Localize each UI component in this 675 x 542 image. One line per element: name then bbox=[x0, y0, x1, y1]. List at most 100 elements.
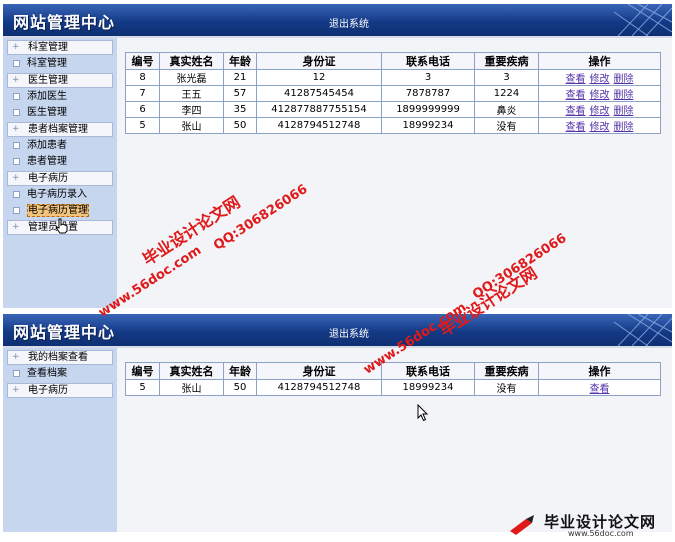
table-cell: 没有 bbox=[474, 117, 539, 134]
edit-link[interactable]: 修改 bbox=[590, 74, 610, 85]
sidebar-item[interactable]: + 电子病历 bbox=[7, 383, 113, 398]
sidebar-item[interactable]: + 科室管理 bbox=[7, 40, 113, 55]
plus-icon: + bbox=[12, 385, 20, 395]
column-header: 年龄 bbox=[223, 52, 257, 70]
view-link[interactable]: 查看 bbox=[566, 90, 586, 101]
sidebar-item-label: 电子病历录入 bbox=[27, 189, 87, 200]
table-cell: 7 bbox=[125, 85, 160, 102]
table-cell: 鼻炎 bbox=[474, 101, 539, 118]
pen-logo-icon bbox=[510, 515, 534, 535]
sidebar-item[interactable]: + 电子病历 bbox=[7, 171, 113, 186]
sidebar-item-label: 电子病历管理 bbox=[27, 204, 89, 217]
logout-link[interactable]: 退出系统 bbox=[329, 325, 369, 340]
main-content: 编号 真实姓名 年龄 身份证 联系电话 重要疾病 操作 8 张光磊 21 12 3 3 查看 修改 删除 7 王… bbox=[117, 38, 672, 308]
mouse-pointer-icon bbox=[417, 404, 429, 422]
sidebar-item-label: 添加医生 bbox=[27, 91, 67, 102]
edit-link[interactable]: 修改 bbox=[590, 122, 610, 133]
sidebar-item[interactable]: 医生管理 bbox=[3, 105, 117, 120]
delete-link[interactable]: 删除 bbox=[614, 106, 634, 117]
sidebar-item-label: 科室管理 bbox=[28, 42, 68, 53]
table-cell: 4128794512748 bbox=[256, 117, 382, 134]
sidebar-item[interactable]: + 我的档案查看 bbox=[7, 350, 113, 365]
header-bar: 网站管理中心 退出系统 bbox=[3, 4, 672, 38]
sidebar-item-label: 查看档案 bbox=[27, 368, 67, 379]
actions-cell: 查看 bbox=[538, 379, 661, 396]
sidebar-item[interactable]: 电子病历录入 bbox=[3, 187, 117, 202]
sidebar-item-label: 电子病历 bbox=[28, 385, 68, 396]
table-cell: 12 bbox=[256, 69, 382, 86]
delete-link[interactable]: 删除 bbox=[614, 90, 634, 101]
bullet-icon bbox=[13, 191, 20, 198]
column-header: 操作 bbox=[538, 52, 661, 70]
table-cell: 3 bbox=[474, 69, 539, 86]
admin-panel: 网站管理中心 退出系统 + 科室管理 科室管理 + 医生管理 添加医生 医生管理 + 患者档案管… bbox=[3, 4, 672, 308]
edit-link[interactable]: 修改 bbox=[590, 106, 610, 117]
table-cell: 3 bbox=[381, 69, 475, 86]
column-header: 编号 bbox=[125, 362, 160, 380]
table-cell: 王五 bbox=[159, 85, 224, 102]
table-cell: 1224 bbox=[474, 85, 539, 102]
table-cell: 7878787 bbox=[381, 85, 475, 102]
table-cell: 35 bbox=[223, 101, 257, 118]
table-cell: 4128794512748 bbox=[256, 379, 382, 396]
bullet-icon bbox=[13, 60, 20, 67]
table-cell: 50 bbox=[223, 117, 257, 134]
sidebar: + 科室管理 科室管理 + 医生管理 添加医生 医生管理 + 患者档案管理 添加患者 患者管理 + 电子… bbox=[3, 38, 117, 308]
view-link[interactable]: 查看 bbox=[566, 106, 586, 117]
record-table: 编号 真实姓名 年龄 身份证 联系电话 重要疾病 操作 5 张山 50 4128794512748… bbox=[125, 362, 661, 396]
view-link[interactable]: 查看 bbox=[566, 74, 586, 85]
table-cell: 41287545454 bbox=[256, 85, 382, 102]
sidebar-item[interactable]: 科室管理 bbox=[3, 56, 117, 71]
plus-icon: + bbox=[12, 222, 20, 232]
sidebar-item[interactable]: + 医生管理 bbox=[7, 73, 113, 88]
sidebar-item[interactable]: 患者管理 bbox=[3, 154, 117, 169]
table-cell: 1899999999 bbox=[381, 101, 475, 118]
actions-cell: 查看 修改 删除 bbox=[538, 117, 661, 134]
table-row: 5 张山 50 4128794512748 18999234 没有 查看 修改 删除 bbox=[125, 117, 661, 134]
sidebar-item-label: 管理员设置 bbox=[28, 222, 78, 233]
table-row: 7 王五 57 41287545454 7878787 1224 查看 修改 删除 bbox=[125, 85, 661, 102]
column-header: 身份证 bbox=[256, 52, 382, 70]
table-row: 6 李四 35 412877887755154 1899999999 鼻炎 查看 修改 删除 bbox=[125, 101, 661, 118]
site-title: 网站管理中心 bbox=[13, 13, 116, 32]
logout-link[interactable]: 退出系统 bbox=[329, 15, 369, 30]
bullet-icon bbox=[13, 142, 20, 149]
bullet-icon bbox=[13, 109, 20, 116]
table-cell: 李四 bbox=[159, 101, 224, 118]
hand-pointer-icon bbox=[56, 218, 68, 234]
delete-link[interactable]: 删除 bbox=[614, 74, 634, 85]
table-cell: 6 bbox=[125, 101, 160, 118]
column-header: 真实姓名 bbox=[159, 362, 224, 380]
plus-icon: + bbox=[12, 75, 20, 85]
column-header: 联系电话 bbox=[381, 52, 475, 70]
sidebar-item[interactable]: 添加患者 bbox=[3, 138, 117, 153]
sidebar-item[interactable]: 查看档案 bbox=[3, 366, 117, 381]
actions-cell: 查看 修改 删除 bbox=[538, 69, 661, 86]
table-cell: 没有 bbox=[474, 379, 539, 396]
sidebar-item-label: 医生管理 bbox=[27, 107, 67, 118]
sidebar-item[interactable]: 添加医生 bbox=[3, 89, 117, 104]
plus-icon: + bbox=[12, 42, 20, 52]
table-cell: 张山 bbox=[159, 379, 224, 396]
column-header: 联系电话 bbox=[381, 362, 475, 380]
column-header: 重要疾病 bbox=[474, 52, 539, 70]
view-link[interactable]: 查看 bbox=[566, 122, 586, 133]
bullet-icon bbox=[13, 370, 20, 377]
sidebar-item-label: 添加患者 bbox=[27, 140, 67, 151]
table-cell: 57 bbox=[223, 85, 257, 102]
table-cell: 50 bbox=[223, 379, 257, 396]
column-header: 重要疾病 bbox=[474, 362, 539, 380]
edit-link[interactable]: 修改 bbox=[590, 90, 610, 101]
column-header: 操作 bbox=[538, 362, 661, 380]
sidebar-item-label: 医生管理 bbox=[28, 75, 68, 86]
table-cell: 5 bbox=[125, 117, 160, 134]
column-header: 编号 bbox=[125, 52, 160, 70]
sidebar-item[interactable]: + 患者档案管理 bbox=[7, 122, 113, 137]
view-link[interactable]: 查看 bbox=[590, 384, 610, 395]
sidebar-item-label: 电子病历 bbox=[28, 173, 68, 184]
delete-link[interactable]: 删除 bbox=[614, 122, 634, 133]
sidebar-item[interactable]: 电子病历管理 bbox=[3, 203, 117, 218]
header-grid-decoration bbox=[613, 4, 672, 36]
bullet-icon bbox=[13, 93, 20, 100]
record-table: 编号 真实姓名 年龄 身份证 联系电话 重要疾病 操作 8 张光磊 21 12 3 3 查看 修改 删除 7 王… bbox=[125, 52, 661, 134]
